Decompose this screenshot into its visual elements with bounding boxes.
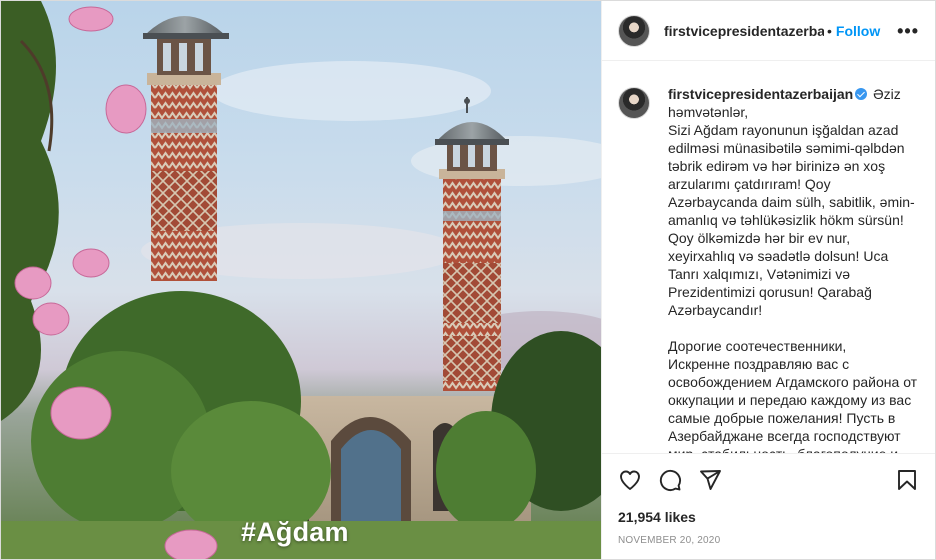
post-side-panel: firstvicepresidentazerbaij: • Follow •••… [601,1,935,559]
likes-count[interactable]: 21,954 likes [602,505,935,525]
paper-plane-icon[interactable] [698,468,722,492]
comments-section[interactable]: firstvicepresidentazerbaijan Əziz həmvət… [602,61,935,453]
instagram-post: #Ağdam firstvicepresidentazerbaij: • Fol… [0,0,936,560]
mosque-illustration [1,1,601,559]
caption-username[interactable]: firstvicepresidentazerbaijan [668,86,853,102]
header-separator: • [827,22,832,39]
heart-icon[interactable] [618,468,642,492]
post-date[interactable]: NOVEMBER 20, 2020 [602,525,935,559]
post-header: firstvicepresidentazerbaij: • Follow ••• [602,1,935,61]
bookmark-icon[interactable] [895,468,919,492]
post-actions [602,453,935,505]
photo-hashtag-overlay: #Ağdam [241,517,349,547]
comment-icon[interactable] [658,468,682,492]
caption-text-az: Əziz həmvətənlər, Sizi Ağdam rayonunun i… [668,86,915,318]
avatar[interactable] [618,14,650,47]
follow-button[interactable]: Follow [836,23,880,39]
caption-avatar[interactable] [618,87,650,119]
post-photo[interactable]: #Ağdam [1,1,601,559]
header-username[interactable]: firstvicepresidentazerbaij: [664,23,824,39]
post-caption: firstvicepresidentazerbaijan Əziz həmvət… [668,85,919,453]
more-options-icon[interactable]: ••• [897,22,919,40]
verified-badge-icon [855,88,868,100]
caption-text-ru: Дорогие соотечественники, Искренне поздр… [668,338,918,453]
